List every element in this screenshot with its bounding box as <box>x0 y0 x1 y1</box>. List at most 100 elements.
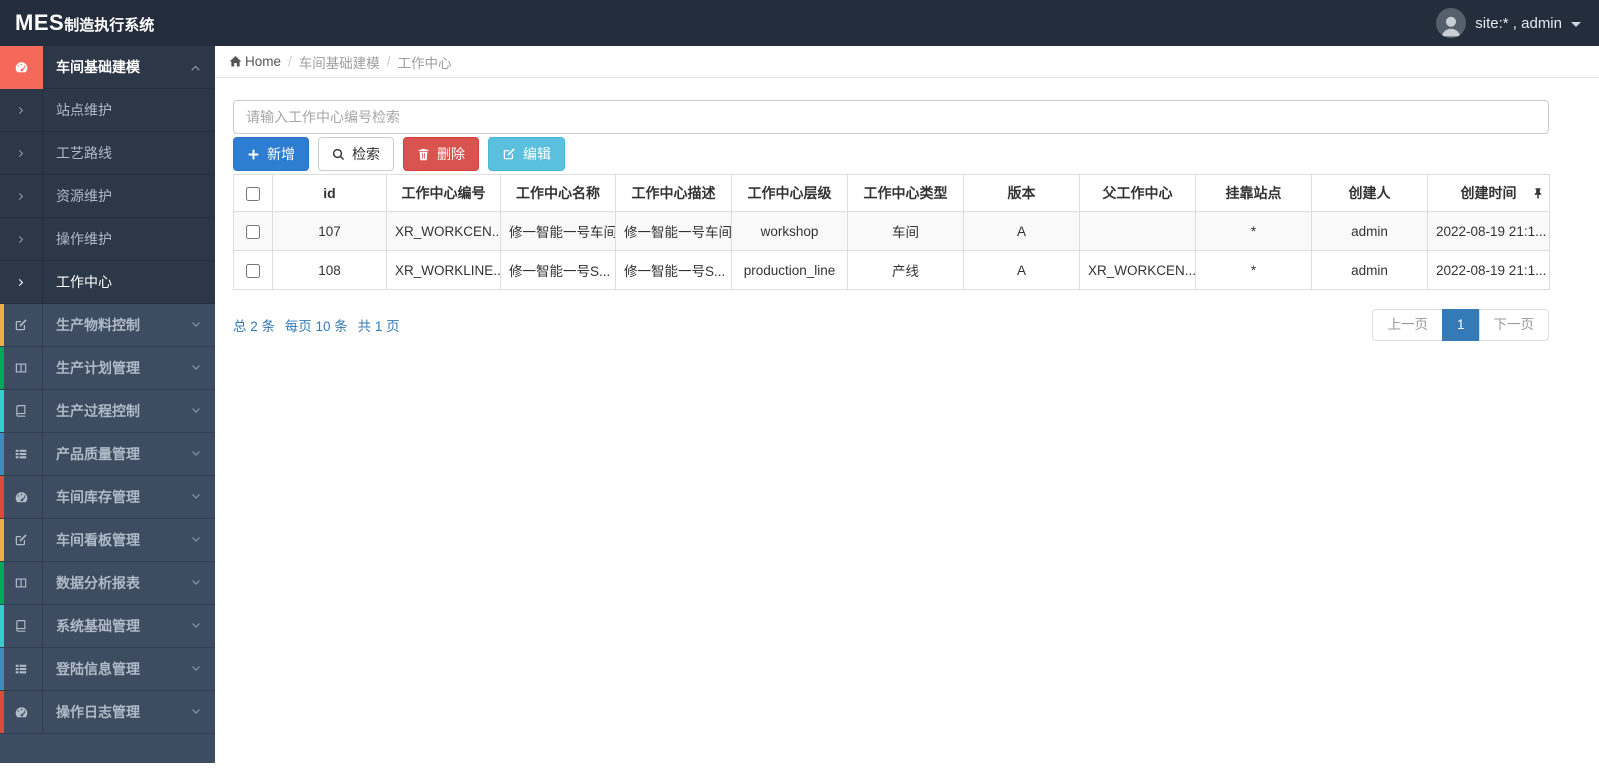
sidebar-group-workshop-modeling[interactable]: 车间基础建模 <box>0 46 215 89</box>
sidebar-subitem-label: 工作中心 <box>56 274 112 290</box>
table-cell: * <box>1195 211 1312 251</box>
next-page-button[interactable]: 下一页 <box>1478 309 1549 341</box>
search-icon <box>332 148 345 161</box>
table-row: 107 XR_WORKCEN... 修一智能一号车间 修一智能一号车间 workshop… <box>233 211 1550 251</box>
edit-icon <box>0 303 43 347</box>
chevron-down-icon <box>191 492 201 502</box>
chevron-down-icon <box>191 621 201 631</box>
sidebar-groups: 生产物料控制 生产计划管理生产过程控制产品质量管理 车间库存管理 车间看板管理数据分析… <box>0 303 215 734</box>
table-cell: 产线 <box>847 250 964 290</box>
chevron-down-icon <box>191 707 201 717</box>
chevron-down-icon <box>191 535 201 545</box>
breadcrumb-item[interactable]: 车间基础建模 <box>299 52 380 72</box>
app-logo[interactable]: MES制造执行系统 <box>0 10 154 36</box>
row-checkbox[interactable] <box>246 263 260 278</box>
sidebar-subitem-label: 资源维护 <box>56 188 112 204</box>
search-button-label: 检索 <box>352 146 380 162</box>
breadcrumb-item: 工作中心 <box>397 55 452 71</box>
breadcrumb: Home / 车间基础建模 / 工作中心 <box>215 46 1599 78</box>
sidebar-subitem-link[interactable]: 站点维护 <box>0 88 215 132</box>
sidebar-group[interactable]: 操作日志管理 <box>0 690 215 734</box>
sidebar-group[interactable]: 系统基础管理 <box>0 604 215 648</box>
page-count: 共 1 页 <box>357 318 400 334</box>
table-cell: 修一智能一号S... <box>500 250 616 290</box>
sidebar-group[interactable]: 数据分析报表 <box>0 561 215 605</box>
chevron-right-icon <box>0 217 43 261</box>
table-cell: admin <box>1311 250 1428 290</box>
pagination-summary: 总 2 条 每页 10 条 共 1 页 <box>233 315 406 335</box>
add-button[interactable]: 新增 <box>233 137 309 171</box>
pagination: 总 2 条 每页 10 条 共 1 页 上一页 1 下一页 <box>233 309 1549 341</box>
sidebar-group[interactable]: 生产物料控制 <box>0 303 215 347</box>
toolbar: 新增 检索 删除 编辑 <box>233 137 1549 171</box>
sidebar-subitem-link[interactable]: 工艺路线 <box>0 131 215 175</box>
trash-icon <box>417 148 430 161</box>
column-header: 工作中心层级 <box>731 174 848 212</box>
prev-page-button[interactable]: 上一页 <box>1372 309 1443 341</box>
chevron-down-icon <box>191 363 201 373</box>
edit-button[interactable]: 编辑 <box>488 137 565 171</box>
search-input[interactable] <box>233 100 1549 134</box>
edit-square-icon <box>502 147 516 161</box>
work-center-table: id 工作中心编号 工作中心名称 工作中心描述 工作中心层级 工作中心类型 版本 父工作中心挂… <box>233 174 1550 290</box>
book-icon <box>0 389 43 433</box>
table-cell: 修一智能一号S... <box>615 250 732 290</box>
sidebar-subitem-label: 站点维护 <box>56 102 112 118</box>
table-cell: 修一智能一号车间 <box>615 211 732 251</box>
sidebar: 车间基础建模 站点维护工艺路线资源维护操作维护工作中心 生产物料控制 生产计划管理… <box>0 46 215 763</box>
delete-button-label: 删除 <box>437 146 465 162</box>
table-cell <box>1079 211 1196 251</box>
group-accent-strip <box>0 433 4 475</box>
edit-button-label: 编辑 <box>523 146 551 162</box>
sidebar-group[interactable]: 生产过程控制 <box>0 389 215 433</box>
column-header: 挂靠站点 <box>1195 174 1312 212</box>
sidebar-group-label: 操作日志管理 <box>56 704 140 720</box>
group-accent-strip <box>0 476 4 518</box>
column-header: 版本 <box>963 174 1080 212</box>
page-1-button[interactable]: 1 <box>1441 309 1480 341</box>
table-cell: 2022-08-19 21:1... <box>1427 250 1550 290</box>
sidebar-group-label: 数据分析报表 <box>56 575 140 591</box>
caret-down-icon <box>1571 21 1581 27</box>
chevron-down-icon <box>191 449 201 459</box>
table-cell: admin <box>1311 211 1428 251</box>
user-menu[interactable]: site:* , admin <box>1436 8 1599 38</box>
table-cell: 车间 <box>847 211 964 251</box>
table-cell: XR_WORKCEN... <box>386 211 501 251</box>
pager: 上一页 1 下一页 <box>1372 309 1549 341</box>
dashboard-icon <box>0 46 43 89</box>
home-icon <box>229 55 242 68</box>
sidebar-subitem-link[interactable]: 操作维护 <box>0 217 215 261</box>
column-header: 工作中心描述 <box>615 174 732 212</box>
chevron-down-icon <box>191 578 201 588</box>
sidebar-group[interactable]: 产品质量管理 <box>0 432 215 476</box>
chevron-down-icon <box>191 664 201 674</box>
breadcrumb-item-home[interactable]: Home <box>229 54 281 69</box>
sidebar-group[interactable]: 车间库存管理 <box>0 475 215 519</box>
total-count: 总 2 条 <box>233 318 276 334</box>
column-header: 父工作中心 <box>1079 174 1196 212</box>
row-checkbox[interactable] <box>246 224 260 239</box>
column-header: 工作中心类型 <box>847 174 964 212</box>
avatar <box>1436 8 1467 38</box>
group-accent-strip <box>0 304 4 346</box>
select-all-checkbox[interactable] <box>246 187 260 202</box>
plus-icon <box>247 148 260 161</box>
checkbox-header-cell <box>233 174 273 212</box>
search-button[interactable]: 检索 <box>318 137 394 171</box>
group-accent-strip <box>0 390 4 432</box>
dashboard-icon <box>0 690 43 734</box>
sidebar-group[interactable]: 车间看板管理 <box>0 518 215 562</box>
chevron-right-icon <box>0 174 43 218</box>
edit-icon <box>0 518 43 562</box>
sidebar-subitem-active[interactable]: 工作中心 <box>0 260 215 304</box>
sidebar-subitem-label: 操作维护 <box>56 231 112 247</box>
sidebar-group-label: 系统基础管理 <box>56 618 140 634</box>
sidebar-group[interactable]: 登陆信息管理 <box>0 647 215 691</box>
sidebar-group-label: 生产过程控制 <box>56 403 140 419</box>
group-accent-strip <box>0 691 4 733</box>
sidebar-group[interactable]: 生产计划管理 <box>0 346 215 390</box>
chevron-right-icon <box>0 131 43 175</box>
sidebar-subitem-link[interactable]: 资源维护 <box>0 174 215 218</box>
delete-button[interactable]: 删除 <box>403 137 479 171</box>
